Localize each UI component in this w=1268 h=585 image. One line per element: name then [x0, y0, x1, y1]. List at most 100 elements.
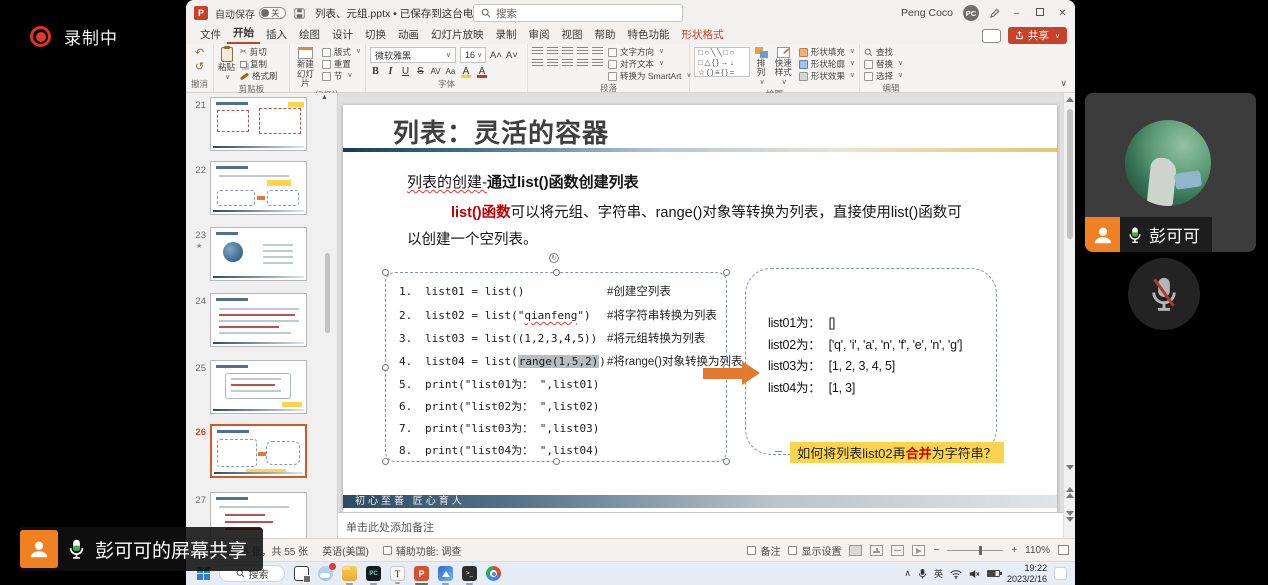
tab-file[interactable]: 文件 [194, 27, 227, 44]
zoom-out-icon[interactable]: − [933, 545, 939, 556]
reset-button[interactable]: 重置 [322, 59, 361, 69]
typora-icon[interactable]: T [390, 566, 405, 581]
underline-icon[interactable]: U [400, 66, 411, 77]
shape-outline-button[interactable]: 形状轮廓∨ [799, 59, 855, 69]
text-direction-button[interactable]: 文字方向∨ [608, 47, 692, 57]
pycharm-icon[interactable]: PC [366, 566, 381, 581]
file-explorer-icon[interactable] [342, 566, 357, 581]
close-button[interactable]: ✕ [1056, 8, 1069, 19]
tab-animations[interactable]: 动画 [392, 27, 425, 44]
slide-thumbnail[interactable] [210, 293, 307, 347]
line-spacing-icon[interactable] [592, 47, 603, 56]
previous-slide-button[interactable] [1064, 487, 1075, 498]
columns-icon[interactable] [592, 59, 603, 68]
change-case-icon[interactable]: Aa [445, 67, 456, 76]
share-button[interactable]: 共享∨ [1008, 27, 1067, 44]
align-right-icon[interactable] [562, 59, 573, 68]
thumbnail-scroll-up-icon[interactable]: ▲ [321, 94, 328, 101]
accessibility-status[interactable]: 辅助功能: 调查 [383, 543, 462, 558]
cut-button[interactable]: ✂剪切 [240, 47, 278, 57]
shape-effects-button[interactable]: 形状效果∨ [799, 71, 855, 81]
increase-indent-icon[interactable] [577, 47, 588, 56]
slide-subtitle[interactable]: 列表的创建-通过list()函数创建列表 [407, 171, 639, 192]
tab-insert[interactable]: 插入 [260, 27, 293, 44]
output-textbox[interactable]: list01为：[] list02为：['q', 'i', 'a', 'n', … [745, 268, 997, 455]
account-avatar[interactable]: PC [963, 5, 979, 21]
speaker-muted-icon[interactable] [969, 569, 980, 579]
input-method-indicator[interactable]: 英 [934, 567, 943, 580]
align-left-icon[interactable] [532, 59, 543, 68]
comments-button[interactable] [982, 29, 1001, 43]
tab-transitions[interactable]: 切换 [359, 27, 392, 44]
selection-handle[interactable] [553, 269, 560, 276]
body-line-2[interactable]: 以创建一个空列表。 [407, 228, 538, 249]
quick-styles-button[interactable]: 快速样式∨ [773, 47, 794, 87]
search-input[interactable]: 搜索 [473, 4, 683, 22]
terminal-icon[interactable]: >_ [462, 566, 477, 581]
tab-shape-format[interactable]: 形状格式 [676, 27, 730, 44]
rotate-handle[interactable]: ↻ [549, 253, 559, 263]
shape-fill-button[interactable]: 形状填充∨ [799, 47, 855, 57]
find-button[interactable]: 查找 [864, 47, 903, 57]
slide-thumbnail[interactable] [210, 161, 307, 215]
selection-handle[interactable] [382, 364, 389, 371]
mute-button[interactable] [1128, 258, 1200, 330]
tab-slideshow[interactable]: 幻灯片放映 [425, 27, 490, 44]
zoom-in-icon[interactable]: + [1011, 545, 1017, 556]
selection-handle[interactable] [382, 458, 389, 465]
tab-draw[interactable]: 绘图 [293, 27, 326, 44]
maximize-button[interactable] [1033, 8, 1046, 19]
minimize-button[interactable]: – [1010, 8, 1023, 19]
slide-title[interactable]: 列表：灵活的容器 [393, 113, 609, 150]
align-text-button[interactable]: 对齐文本∨ [608, 59, 692, 69]
scroll-up-icon[interactable] [1066, 97, 1074, 102]
slideshow-view-button[interactable] [912, 545, 925, 556]
shrink-font-icon[interactable]: A˅ [506, 50, 518, 61]
decrease-indent-icon[interactable] [562, 47, 573, 56]
justify-icon[interactable] [577, 59, 588, 68]
notification-center-icon[interactable] [1054, 567, 1067, 580]
tab-design[interactable]: 设计 [326, 27, 359, 44]
tab-special-features[interactable]: 特色功能 [622, 27, 676, 44]
notes-toggle-button[interactable]: 备注 [747, 543, 780, 558]
task-view-icon[interactable] [294, 566, 309, 581]
character-spacing-icon[interactable]: AV [430, 67, 441, 76]
shapes-gallery[interactable]: □○╲╲□○□△{}→↓☆()≡{}= [694, 47, 750, 77]
battery-icon[interactable] [987, 570, 1000, 577]
slide-thumbnail[interactable] [210, 360, 307, 414]
copy-button[interactable]: 复制 [240, 59, 278, 69]
slide-canvas[interactable]: 列表：灵活的容器 列表的创建-通过list()函数创建列表 list()函数可以… [343, 105, 1057, 512]
display-settings-button[interactable]: 显示设置 [788, 543, 841, 558]
clock[interactable]: 19:22 2023/2/16 [1007, 563, 1047, 584]
fit-slide-icon[interactable] [1058, 545, 1069, 555]
tab-view[interactable]: 视图 [556, 27, 589, 44]
slide-thumbnail[interactable] [210, 227, 307, 281]
strikethrough-icon[interactable]: S [415, 66, 426, 77]
normal-view-button[interactable] [849, 545, 862, 556]
question-callout[interactable]: 如何将列表list02再合并为字符串？ [790, 442, 1004, 463]
bullets-icon[interactable] [532, 47, 543, 56]
reading-view-button[interactable] [891, 545, 904, 556]
font-name-select[interactable]: 微软雅黑∨ [370, 47, 456, 63]
format-painter-button[interactable]: 格式刷 [240, 71, 278, 81]
grow-font-icon[interactable]: A˄ [490, 50, 502, 61]
arrange-button[interactable]: 排列∨ [755, 47, 768, 87]
scroll-down-icon[interactable] [1064, 465, 1075, 470]
replace-button[interactable]: 替换∨ [864, 59, 903, 69]
powerpoint-taskbar-icon[interactable]: P [414, 566, 429, 581]
selection-handle[interactable] [723, 458, 730, 465]
tray-expand-icon[interactable]: ∧ [904, 568, 911, 579]
selection-handle[interactable] [382, 269, 389, 276]
paste-button[interactable]: 粘贴∨ [218, 47, 235, 82]
save-icon[interactable] [294, 8, 305, 19]
redo-icon[interactable]: ↺ [195, 61, 204, 73]
scrollbar-thumb[interactable] [1067, 109, 1073, 239]
autosave-toggle[interactable]: 关 [259, 7, 286, 19]
numbering-icon[interactable] [547, 47, 558, 56]
section-button[interactable]: 节∨ [322, 71, 361, 81]
slide-thumbnail-selected[interactable] [210, 424, 307, 478]
font-color-icon[interactable]: A [476, 66, 488, 77]
tab-help[interactable]: 帮助 [589, 27, 622, 44]
tab-review[interactable]: 审阅 [523, 27, 556, 44]
document-title[interactable]: 列表、元组.pptx • 已保存到这台电脑 [315, 6, 484, 21]
